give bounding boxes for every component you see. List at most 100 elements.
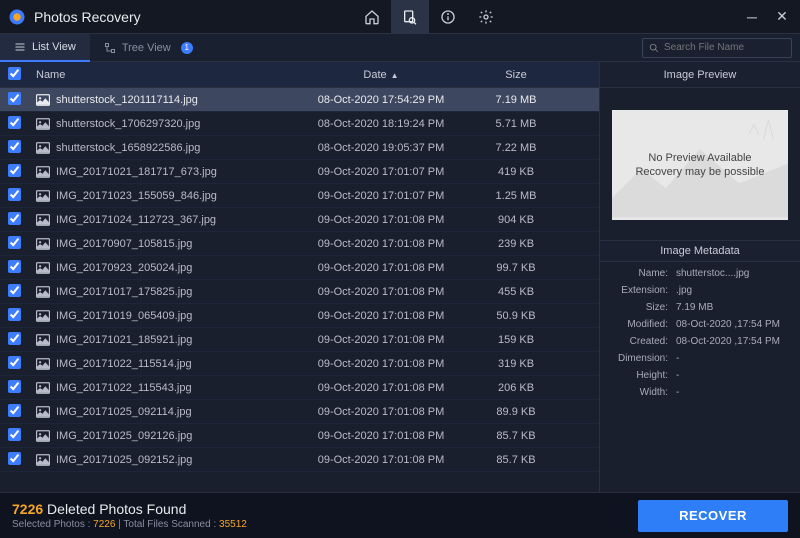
titlebar: Photos Recovery ─ ✕ <box>0 0 800 34</box>
metadata-header: Image Metadata <box>600 240 800 262</box>
row-date: 09-Oct-2020 17:01:08 PM <box>296 262 466 274</box>
table-row[interactable]: shutterstock_1658922586.jpg 08-Oct-2020 … <box>0 136 599 160</box>
table-row[interactable]: IMG_20170907_105815.jpg 09-Oct-2020 17:0… <box>0 232 599 256</box>
table-row[interactable]: shutterstock_1201117114.jpg 08-Oct-2020 … <box>0 88 599 112</box>
viewbar: List View Tree View 1 ✕ <box>0 34 800 62</box>
row-date: 09-Oct-2020 17:01:08 PM <box>296 310 466 322</box>
preview-msg-2: Recovery may be possible <box>635 166 764 178</box>
app-logo-icon <box>8 8 26 26</box>
row-filename: IMG_20171022_115543.jpg <box>56 382 192 394</box>
row-date: 09-Oct-2020 17:01:08 PM <box>296 358 466 370</box>
list-icon <box>14 41 26 53</box>
search-input[interactable] <box>664 42 796 53</box>
row-checkbox[interactable] <box>8 452 21 465</box>
found-count: 7226 <box>12 501 43 517</box>
row-checkbox[interactable] <box>8 428 21 441</box>
table-row[interactable]: IMG_20171025_092114.jpg 09-Oct-2020 17:0… <box>0 400 599 424</box>
table-row[interactable]: IMG_20171023_155059_846.jpg 09-Oct-2020 … <box>0 184 599 208</box>
meta-w-v: - <box>676 387 790 398</box>
column-date[interactable]: Date▲ <box>296 69 466 81</box>
scan-results-button[interactable] <box>391 0 429 34</box>
image-file-icon <box>36 142 50 154</box>
table-row[interactable]: IMG_20171017_175825.jpg 09-Oct-2020 17:0… <box>0 280 599 304</box>
row-size: 239 KB <box>466 238 566 250</box>
table-row[interactable]: IMG_20171025_092126.jpg 09-Oct-2020 17:0… <box>0 424 599 448</box>
image-file-icon <box>36 430 50 442</box>
row-checkbox[interactable] <box>8 140 21 153</box>
tree-view-tab[interactable]: Tree View 1 <box>90 34 207 62</box>
row-checkbox[interactable] <box>8 260 21 273</box>
table-row[interactable]: IMG_20171025_092152.jpg 09-Oct-2020 17:0… <box>0 448 599 472</box>
tree-view-label: Tree View <box>122 42 171 54</box>
meta-mod-v: 08-Oct-2020 ,17:54 PM <box>676 319 790 330</box>
info-button[interactable] <box>429 0 467 34</box>
row-size: 85.7 KB <box>466 454 566 466</box>
table-row[interactable]: IMG_20171022_115514.jpg 09-Oct-2020 17:0… <box>0 352 599 376</box>
row-date: 09-Oct-2020 17:01:08 PM <box>296 238 466 250</box>
row-checkbox[interactable] <box>8 404 21 417</box>
row-checkbox[interactable] <box>8 188 21 201</box>
row-checkbox[interactable] <box>8 356 21 369</box>
image-file-icon <box>36 118 50 130</box>
list-view-tab[interactable]: List View <box>0 34 90 62</box>
row-size: 455 KB <box>466 286 566 298</box>
row-checkbox[interactable] <box>8 164 21 177</box>
select-all-checkbox[interactable] <box>8 67 21 80</box>
table-row[interactable]: IMG_20171021_181717_673.jpg 09-Oct-2020 … <box>0 160 599 184</box>
row-checkbox[interactable] <box>8 380 21 393</box>
row-filename: IMG_20171025_092114.jpg <box>56 406 192 418</box>
right-panel: Image Preview No Preview Available Recov… <box>600 62 800 492</box>
row-filename: IMG_20171023_155059_846.jpg <box>56 190 217 202</box>
column-size[interactable]: Size <box>466 69 566 81</box>
row-size: 99.7 KB <box>466 262 566 274</box>
recover-button[interactable]: RECOVER <box>638 500 788 532</box>
selected-label: Selected Photos : <box>12 519 90 530</box>
close-button[interactable]: ✕ <box>776 11 788 23</box>
image-file-icon <box>36 94 50 106</box>
table-row[interactable]: IMG_20171021_185921.jpg 09-Oct-2020 17:0… <box>0 328 599 352</box>
row-size: 206 KB <box>466 382 566 394</box>
row-date: 09-Oct-2020 17:01:08 PM <box>296 430 466 442</box>
table-row[interactable]: IMG_20171019_065409.jpg 09-Oct-2020 17:0… <box>0 304 599 328</box>
table-body[interactable]: shutterstock_1201117114.jpg 08-Oct-2020 … <box>0 88 599 492</box>
row-checkbox[interactable] <box>8 116 21 129</box>
image-file-icon <box>36 382 50 394</box>
table-row[interactable]: IMG_20171022_115543.jpg 09-Oct-2020 17:0… <box>0 376 599 400</box>
row-checkbox[interactable] <box>8 236 21 249</box>
image-file-icon <box>36 262 50 274</box>
column-name[interactable]: Name <box>36 69 296 81</box>
row-size: 7.22 MB <box>466 142 566 154</box>
search-box[interactable]: ✕ <box>642 38 792 58</box>
meta-mod-k: Modified: <box>610 319 676 330</box>
minimize-button[interactable]: ─ <box>746 11 758 23</box>
row-checkbox[interactable] <box>8 212 21 225</box>
found-label: Deleted Photos Found <box>47 501 186 517</box>
row-filename: shutterstock_1201117114.jpg <box>56 94 198 106</box>
row-size: 419 KB <box>466 166 566 178</box>
image-file-icon <box>36 238 50 250</box>
table-row[interactable]: IMG_20171024_112723_367.jpg 09-Oct-2020 … <box>0 208 599 232</box>
tree-view-badge: 1 <box>181 42 193 54</box>
row-date: 08-Oct-2020 18:19:24 PM <box>296 118 466 130</box>
row-date: 09-Oct-2020 17:01:07 PM <box>296 166 466 178</box>
preview-msg-1: No Preview Available <box>648 152 751 164</box>
table-header: Name Date▲ Size <box>0 62 599 88</box>
row-filename: IMG_20171021_185921.jpg <box>56 334 192 346</box>
row-size: 5.71 MB <box>466 118 566 130</box>
row-checkbox[interactable] <box>8 308 21 321</box>
home-button[interactable] <box>353 0 391 34</box>
table-row[interactable]: shutterstock_1706297320.jpg 08-Oct-2020 … <box>0 112 599 136</box>
row-date: 09-Oct-2020 17:01:07 PM <box>296 190 466 202</box>
meta-size-v: 7.19 MB <box>676 302 790 313</box>
settings-button[interactable] <box>467 0 505 34</box>
meta-dim-k: Dimension: <box>610 353 676 364</box>
row-filename: shutterstock_1706297320.jpg <box>56 118 200 130</box>
row-checkbox[interactable] <box>8 284 21 297</box>
row-size: 319 KB <box>466 358 566 370</box>
row-checkbox[interactable] <box>8 92 21 105</box>
row-checkbox[interactable] <box>8 332 21 345</box>
row-filename: shutterstock_1658922586.jpg <box>56 142 200 154</box>
table-row[interactable]: IMG_20170923_205024.jpg 09-Oct-2020 17:0… <box>0 256 599 280</box>
row-filename: IMG_20171025_092152.jpg <box>56 454 192 466</box>
meta-cre-k: Created: <box>610 336 676 347</box>
